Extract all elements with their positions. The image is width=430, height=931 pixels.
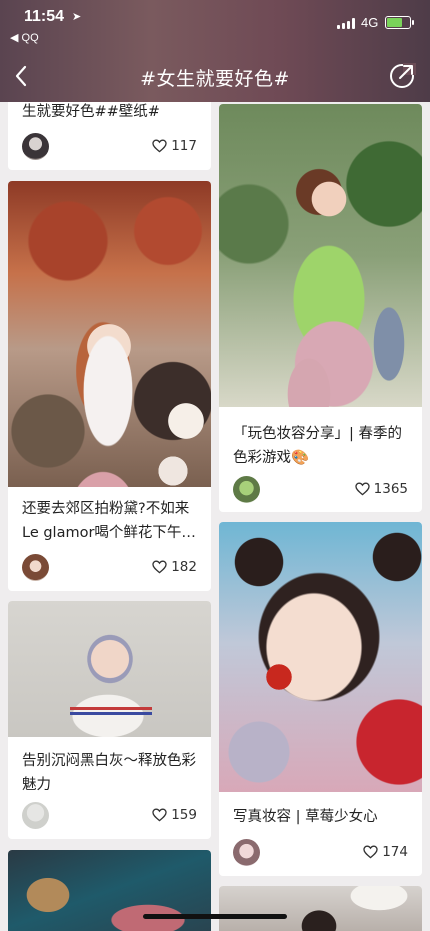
page-title: #女生就要好色# [140,68,290,90]
avatar[interactable] [22,802,49,829]
like-count[interactable]: 117 [152,138,197,154]
card-image [8,181,211,487]
card-image [219,886,422,931]
like-count-label: 1365 [373,481,408,497]
like-count[interactable]: 182 [152,559,197,575]
status-bar: 11:54 ➤ ◀ QQ 4G [0,0,430,52]
feed-card[interactable]: 还要去郊区拍粉黛?不如来Le glamor喝个鲜花下午… 182 [8,181,211,591]
location-arrow-icon: ➤ [72,10,82,23]
feed-card[interactable]: 「玩色妆容分享」| 春季的色彩游戏🎨 1365 [219,104,422,512]
home-indicator[interactable] [143,914,287,919]
like-count[interactable]: 1365 [354,481,408,497]
card-title: 还要去郊区拍粉黛?不如来Le glamor喝个鲜花下午… [22,501,196,541]
card-title: 写真妆容 | 草莓少女心 [233,809,378,825]
card-title: 「玩色妆容分享」| 春季的色彩游戏🎨 [233,426,402,466]
heart-icon [354,482,370,496]
network-type: 4G [361,15,379,30]
status-time: 11:54 [24,8,65,25]
heart-icon [152,560,167,574]
share-icon[interactable] [388,62,416,90]
avatar[interactable] [233,476,260,503]
card-image [219,522,422,792]
avatar[interactable] [233,839,260,866]
like-count-label: 117 [171,138,197,154]
like-count-label: 159 [171,807,197,823]
feed-card[interactable] [219,886,422,931]
like-count[interactable]: 159 [152,807,197,823]
card-image [8,601,211,737]
avatar[interactable] [22,133,49,160]
feed-card[interactable]: 写真妆容 | 草莓少女心 174 [219,522,422,876]
battery-icon [385,16,414,29]
avatar[interactable] [22,554,49,581]
like-count-label: 174 [382,844,408,860]
like-count-label: 182 [171,559,197,575]
signal-icon [337,18,355,29]
heart-icon [152,139,167,153]
card-title: 生就要好色##壁纸# [22,104,160,120]
card-title: 告别沉闷黑白灰～释放色彩魅力 [22,753,196,793]
heart-icon [363,845,378,859]
feed-card[interactable]: 告别沉闷黑白灰～释放色彩魅力 159 [8,601,211,839]
card-image [219,104,422,407]
like-count[interactable]: 174 [363,844,408,860]
heart-icon [152,808,167,822]
battery-level-fill [387,18,403,27]
back-to-app-link[interactable]: ◀ QQ [10,31,39,44]
navigation-bar: #女生就要好色# [0,52,430,102]
